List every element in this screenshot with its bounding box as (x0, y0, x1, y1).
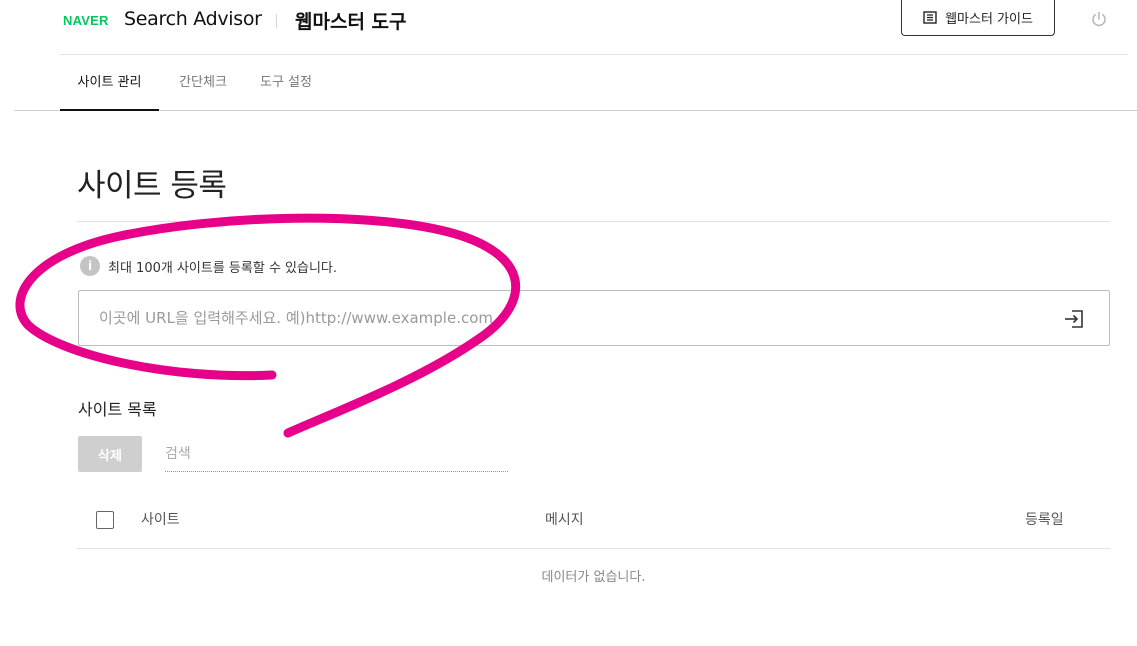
url-input-box (78, 290, 1110, 346)
site-list-title: 사이트 목록 (78, 400, 157, 419)
notice-text: 최대 100개 사이트를 등록할 수 있습니다. (108, 260, 338, 276)
logout-power-icon[interactable] (1090, 10, 1108, 28)
tab-tool-settings[interactable]: 도구 설정 (252, 55, 320, 111)
site-url-input[interactable] (99, 291, 1039, 345)
brand-name[interactable]: Search Advisor (124, 8, 262, 30)
site-search (165, 438, 508, 472)
register-submit-icon[interactable] (1063, 309, 1085, 329)
page: NAVER Search Advisor 웹마스터 도구 웹마스터 가이드 사이… (0, 0, 1137, 646)
delete-button[interactable]: 삭제 (78, 436, 142, 472)
site-search-input[interactable] (165, 438, 508, 470)
header-divider (276, 14, 277, 28)
page-title: 사이트 등록 (77, 168, 227, 204)
info-icon: i (80, 256, 100, 276)
webmaster-guide-button[interactable]: 웹마스터 가이드 (901, 0, 1055, 36)
tab-quick-check[interactable]: 간단체크 (170, 55, 236, 111)
site-limit-notice: i 최대 100개 사이트를 등록할 수 있습니다. (80, 256, 337, 276)
column-message[interactable]: 메시지 (545, 509, 584, 529)
column-registered-date[interactable]: 등록일 (1025, 509, 1064, 529)
site-table-header: 사이트 메시지 등록일 (77, 490, 1110, 549)
guide-button-label: 웹마스터 가이드 (945, 12, 1033, 27)
guide-book-icon (923, 11, 937, 24)
header: NAVER Search Advisor 웹마스터 도구 웹마스터 가이드 (60, 0, 1128, 55)
tab-bar: 사이트 관리 간단체크 도구 설정 (14, 55, 1137, 111)
tab-site-management[interactable]: 사이트 관리 (60, 55, 159, 111)
tool-title: 웹마스터 도구 (295, 11, 407, 33)
naver-logo[interactable]: NAVER (63, 13, 109, 28)
title-divider (77, 221, 1110, 222)
empty-table-message: 데이터가 없습니다. (541, 570, 646, 585)
column-site[interactable]: 사이트 (141, 509, 180, 529)
select-all-checkbox[interactable] (96, 511, 114, 529)
